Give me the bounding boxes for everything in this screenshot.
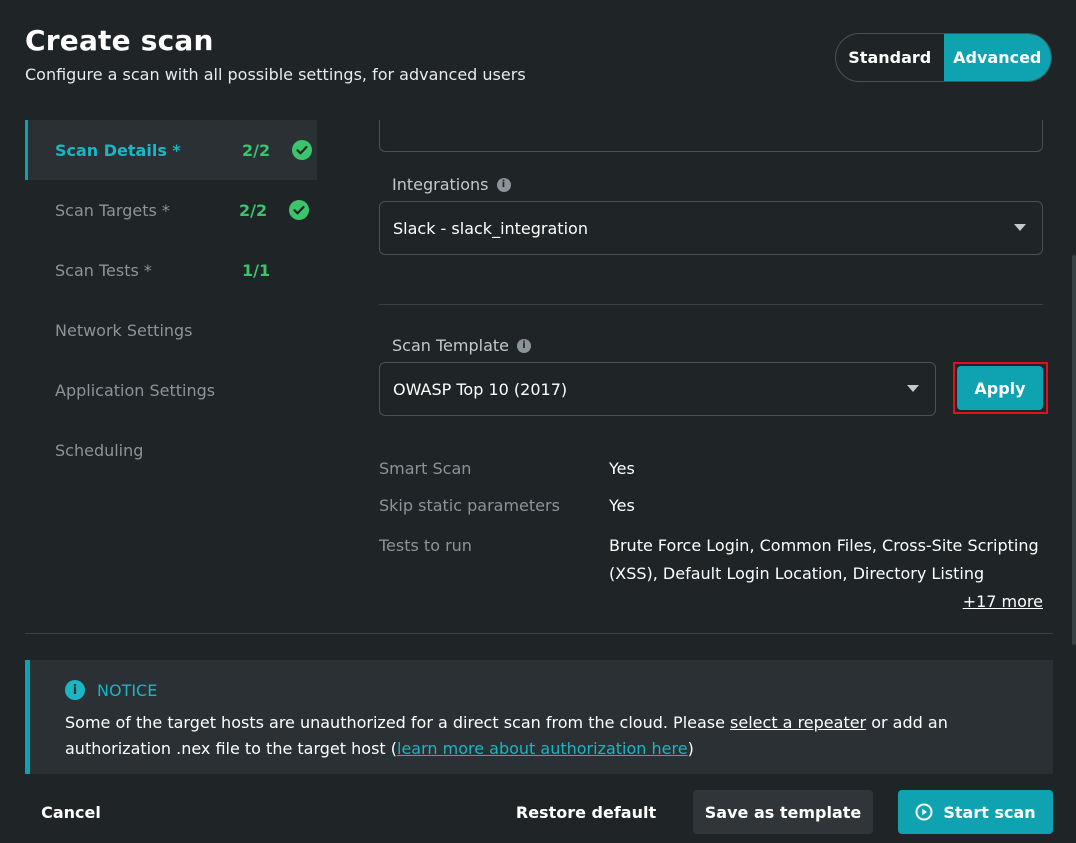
page-title: Create scan bbox=[25, 24, 214, 57]
page-subtitle: Configure a scan with all possible setti… bbox=[25, 65, 526, 84]
standard-mode-button[interactable]: Standard bbox=[836, 34, 944, 81]
integrations-label-text: Integrations bbox=[392, 175, 489, 194]
skip-static-key: Skip static parameters bbox=[379, 496, 560, 515]
smart-scan-value: Yes bbox=[609, 459, 635, 478]
chevron-down-icon bbox=[1014, 224, 1026, 231]
integrations-selected-value: Slack - slack_integration bbox=[393, 218, 588, 238]
mode-toggle: Standard Advanced bbox=[835, 33, 1052, 82]
nav-item-scan-details[interactable]: Scan Details * 2/2 bbox=[25, 120, 317, 180]
nav-item-label: Scheduling bbox=[55, 440, 144, 460]
nav-item-label: Scan Targets * bbox=[55, 200, 170, 220]
nav-item-scheduling[interactable]: Scheduling bbox=[25, 420, 317, 480]
tests-line: Brute Force Login, Common Files, Cross-S… bbox=[609, 536, 1039, 555]
scan-template-select[interactable]: OWASP Top 10 (2017) bbox=[379, 362, 936, 416]
start-scan-button[interactable]: Start scan bbox=[898, 790, 1053, 834]
notice-banner: i NOTICE Some of the target hosts are un… bbox=[25, 660, 1053, 774]
notice-title: NOTICE bbox=[97, 680, 158, 700]
check-circle-icon bbox=[292, 140, 312, 160]
play-circle-icon bbox=[915, 803, 933, 821]
nav-item-scan-targets[interactable]: Scan Targets * 2/2 bbox=[25, 180, 317, 240]
check-circle-icon bbox=[289, 200, 309, 220]
scan-template-label-text: Scan Template bbox=[392, 336, 509, 355]
nav-item-scan-tests[interactable]: Scan Tests * 1/1 bbox=[25, 240, 317, 300]
tests-to-run-key: Tests to run bbox=[379, 536, 472, 555]
section-divider bbox=[379, 304, 1043, 305]
nav-item-application-settings[interactable]: Application Settings bbox=[25, 360, 317, 420]
nav-item-label: Network Settings bbox=[55, 320, 193, 340]
scan-template-selected-value: OWASP Top 10 (2017) bbox=[393, 379, 568, 399]
nav-item-count: 2/2 bbox=[239, 200, 268, 220]
apply-template-button[interactable]: Apply bbox=[957, 366, 1043, 410]
notice-text: Some of the target hosts are unauthorize… bbox=[65, 713, 731, 732]
chevron-down-icon bbox=[907, 385, 919, 392]
restore-default-button[interactable]: Restore default bbox=[508, 790, 664, 834]
cancel-button[interactable]: Cancel bbox=[25, 790, 117, 834]
notice-header: i NOTICE bbox=[65, 680, 157, 700]
previous-field-edge[interactable] bbox=[379, 120, 1043, 152]
content-divider bbox=[25, 633, 1053, 634]
notice-message: Some of the target hosts are unauthorize… bbox=[65, 710, 1025, 762]
info-icon[interactable]: i bbox=[517, 338, 531, 353]
nav-item-label: Scan Details * bbox=[55, 140, 181, 160]
scan-sections-nav: Scan Details * 2/2 Scan Targets * 2/2 Sc… bbox=[25, 120, 317, 480]
more-tests-link[interactable]: +17 more bbox=[963, 592, 1043, 611]
skip-static-value: Yes bbox=[609, 496, 635, 515]
advanced-mode-button[interactable]: Advanced bbox=[943, 34, 1051, 81]
select-repeater-link[interactable]: select a repeater bbox=[730, 713, 866, 732]
nav-item-label: Application Settings bbox=[55, 380, 216, 400]
nav-item-count: 1/1 bbox=[242, 260, 271, 280]
nav-item-label: Scan Tests * bbox=[55, 260, 152, 280]
save-as-template-button[interactable]: Save as template bbox=[693, 790, 873, 834]
nav-item-network-settings[interactable]: Network Settings bbox=[25, 300, 317, 360]
tests-line: (XSS), Default Login Location, Directory… bbox=[609, 564, 985, 583]
scan-template-label: Scan Template i bbox=[392, 336, 531, 355]
scrollbar[interactable] bbox=[1072, 255, 1076, 645]
nav-item-count: 2/2 bbox=[242, 140, 271, 160]
learn-more-authorization-link[interactable]: learn more about authorization here bbox=[397, 739, 688, 758]
info-icon: i bbox=[65, 680, 85, 700]
integrations-select[interactable]: Slack - slack_integration bbox=[379, 201, 1043, 255]
integrations-label: Integrations i bbox=[392, 175, 511, 194]
info-icon[interactable]: i bbox=[496, 177, 511, 192]
tests-to-run-value: Brute Force Login, Common Files, Cross-S… bbox=[609, 532, 1049, 588]
smart-scan-key: Smart Scan bbox=[379, 459, 472, 478]
start-scan-label: Start scan bbox=[943, 802, 1036, 822]
notice-text: ) bbox=[687, 739, 694, 758]
